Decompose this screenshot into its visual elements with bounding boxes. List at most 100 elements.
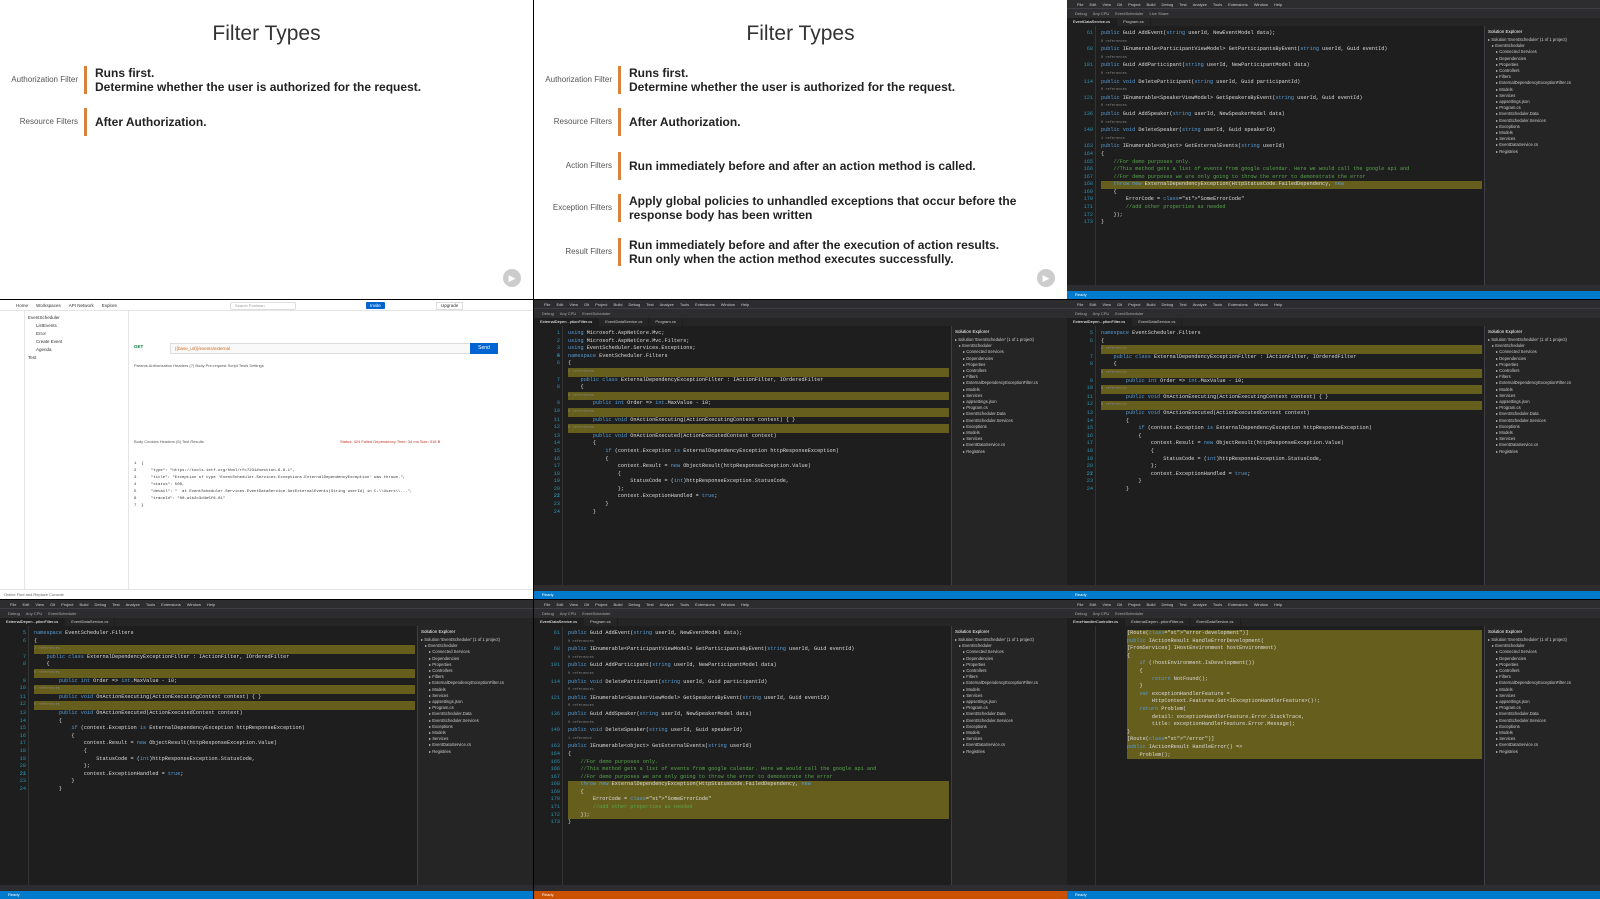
platform-dropdown[interactable]: Any CPU <box>26 611 42 616</box>
sidebar-rail[interactable] <box>0 311 25 589</box>
code-line[interactable]: 136 public Guid AddSpeaker(string userId,… <box>551 711 949 719</box>
menu-item[interactable]: File <box>544 602 550 607</box>
code-line[interactable]: 0 references <box>1101 385 1482 394</box>
code-line[interactable]: 61 public Guid AddEvent(string userId, Ne… <box>1087 30 1482 38</box>
solution-item[interactable]: ▸ Registries <box>1488 449 1597 455</box>
code-line[interactable]: 172 }); <box>1084 212 1482 220</box>
code-text[interactable]: 5 namespace EventScheduler.Filters 6{2 ref… <box>1087 330 1482 493</box>
editor-tabs[interactable]: ExternalDepen...ptionFilter.cs EventData… <box>0 618 533 626</box>
code-line[interactable]: 2 references <box>34 645 415 654</box>
code-line[interactable]: 16 { <box>1087 433 1482 441</box>
menu-item[interactable]: Window <box>721 602 735 607</box>
menu-item[interactable]: View <box>35 602 44 607</box>
code-line[interactable]: 0 references <box>34 701 415 710</box>
tab-file[interactable]: Program.cs <box>584 618 618 626</box>
play-icon[interactable]: ▶ <box>503 269 521 287</box>
solution-explorer[interactable]: Solution Explorer ▸ Solution 'EventSched… <box>951 326 1067 585</box>
code-line[interactable]: public IActionResult HandleError() => <box>1127 743 1482 752</box>
tree-item[interactable]: Create Event <box>28 338 125 346</box>
code-line[interactable]: 114 public void DeleteParticipant(string … <box>551 679 949 687</box>
code-line[interactable]: 0 references <box>1101 86 1482 95</box>
code-line[interactable]: 121 public IEnumerable<SpeakerViewModel> … <box>1084 95 1482 103</box>
send-button[interactable]: Send <box>470 343 498 354</box>
code-line[interactable]: [Route(class="st">"error-development")] <box>1127 630 1482 638</box>
menu-item[interactable]: Edit <box>22 602 29 607</box>
code-line[interactable]: 173} <box>551 819 949 827</box>
menu-item[interactable]: File <box>544 302 550 307</box>
code-line[interactable]: 0 references <box>1101 38 1482 47</box>
code-editor[interactable]: 5 namespace EventScheduler.Filters 6{2 ref… <box>1067 326 1482 585</box>
live-share-button[interactable]: Live Share <box>1150 11 1169 16</box>
menu-item[interactable]: Help <box>207 602 215 607</box>
menu-item[interactable]: Git <box>50 602 55 607</box>
menu-item[interactable]: Extensions <box>1228 2 1248 7</box>
code-line[interactable]: 23 } <box>1087 478 1482 486</box>
code-line[interactable]: title: exceptionHandlerFeature.Error.Mes… <box>1127 721 1482 729</box>
code-line[interactable]: 163 public IEnumerable<object> GetExterna… <box>551 743 949 751</box>
menu-item[interactable]: Debug <box>94 602 106 607</box>
code-line[interactable]: 166 //This method gets a list of events … <box>551 766 949 774</box>
code-line[interactable]: 19 StatusCode = (int)httpResponseExcepti… <box>1087 456 1482 464</box>
code-line[interactable]: 164 { <box>551 751 949 759</box>
menu-item[interactable]: Build <box>614 302 623 307</box>
menu-item[interactable]: View <box>1102 602 1111 607</box>
code-line[interactable]: 6{ <box>557 360 949 368</box>
code-line[interactable]: 173} <box>1084 219 1482 227</box>
editor-tabs[interactable]: EventDataService.cs Program.cs <box>534 618 1067 626</box>
code-line[interactable]: 168 throw new ExternalDependencyExceptio… <box>551 781 949 789</box>
invite-button[interactable]: Invite <box>366 302 385 309</box>
code-line[interactable]: 167 //For demo purposes we are only goin… <box>551 774 949 782</box>
upgrade-button[interactable]: Upgrade <box>436 302 464 310</box>
menu-item[interactable]: Project <box>1128 2 1140 7</box>
menu-item[interactable]: Test <box>646 602 653 607</box>
tab-file[interactable]: ErrorHandlerController.cs <box>1067 618 1126 626</box>
code-text[interactable]: 1 using Microsoft.AspNetCore.Mvc; 2 using M… <box>554 330 949 516</box>
menu-item[interactable]: Git <box>584 602 589 607</box>
code-line[interactable]: } <box>1127 728 1482 737</box>
code-line[interactable]: 18 { <box>20 748 415 756</box>
code-line[interactable]: 170 ErrorCode = class="st">"SomeErrorCod… <box>551 796 949 805</box>
code-line[interactable]: 23 } <box>20 778 415 786</box>
solution-explorer[interactable]: Solution Explorer ▸ Solution 'EventSched… <box>1484 326 1600 585</box>
solution-item[interactable]: ▸ Registries <box>955 749 1064 755</box>
menu-item[interactable]: Analyze <box>1193 602 1207 607</box>
tab-file[interactable]: EventDataService.cs <box>65 618 116 626</box>
menu-item[interactable]: Project <box>1128 302 1140 307</box>
code-line[interactable]: HttpContext.Features.Get<IExceptionHandl… <box>1127 698 1482 706</box>
code-line[interactable]: 165 //For demo purposes only. <box>1084 159 1482 167</box>
code-line[interactable]: 1 reference <box>1101 135 1482 144</box>
tree-item[interactable]: Agenda <box>28 346 125 354</box>
code-line[interactable]: 2 references <box>568 367 949 377</box>
code-line[interactable]: 9 public int Order => int.MaxValue - 10; <box>1090 378 1482 386</box>
code-line[interactable]: 0 references <box>568 719 949 728</box>
code-line[interactable]: 169 { <box>551 788 949 797</box>
tab-file[interactable]: EventDataService.cs <box>599 318 650 326</box>
code-line[interactable]: 14 { <box>20 718 415 726</box>
editor-tabs[interactable]: ErrorHandlerController.cs ExternalDepen.… <box>1067 618 1600 626</box>
tab-file[interactable]: ExternalDepen...ptionFilter.cs <box>1067 318 1133 326</box>
menu-item[interactable]: File <box>10 602 16 607</box>
nav-home[interactable]: Home <box>16 303 28 308</box>
code-editor[interactable]: 61 public Guid AddEvent(string userId, Ne… <box>1067 26 1482 285</box>
run-button[interactable]: EventScheduler <box>582 311 610 316</box>
code-line[interactable]: 22 context.ExceptionHandled = true; <box>554 493 949 501</box>
code-line[interactable]: 3 using EventScheduler.Services.Exception… <box>557 345 949 353</box>
response-tabs[interactable]: Body Cookies Headers (5) Test Results <box>134 439 204 444</box>
tree-item[interactable]: Test <box>28 354 125 362</box>
menu-item[interactable]: Test <box>1179 2 1186 7</box>
menu-item[interactable]: Analyze <box>660 302 674 307</box>
code-line[interactable]: 0 references <box>1101 119 1482 128</box>
menu-bar[interactable]: File Edit View Git Project Build Debug Test Anal… <box>534 300 1067 308</box>
code-line[interactable]: var exceptionHandlerFeature = <box>1127 690 1482 699</box>
menu-item[interactable]: Analyze <box>126 602 140 607</box>
code-line[interactable]: 171 //add other properties as needed <box>1084 204 1482 212</box>
menu-item[interactable]: Project <box>1128 602 1140 607</box>
run-button[interactable]: EventScheduler <box>582 611 610 616</box>
menu-item[interactable]: Extensions <box>1228 302 1248 307</box>
code-line[interactable]: 11 public void OnActionExecuting(ActionE… <box>20 694 415 702</box>
collection-tree[interactable]: EventScheduler ListEvents Error Create E… <box>25 311 129 589</box>
code-line[interactable]: 7 public class ExternalDependencyExcepti… <box>1090 354 1482 362</box>
code-line[interactable]: 16 { <box>554 456 949 464</box>
menu-item[interactable]: Window <box>187 602 201 607</box>
code-line[interactable]: 6{ <box>1090 338 1482 346</box>
